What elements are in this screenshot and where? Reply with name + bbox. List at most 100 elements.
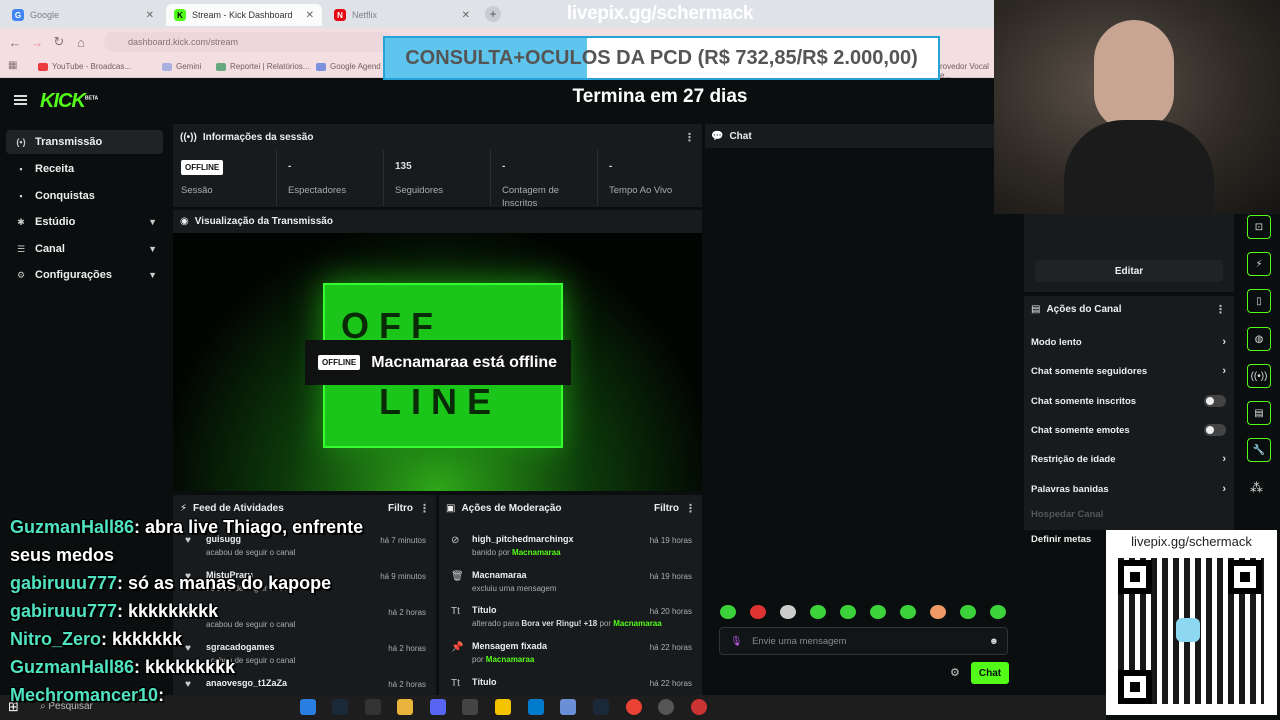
bookmark-label: Google Agend <box>330 62 381 71</box>
panel-title: Informações da sessão <box>202 132 314 143</box>
action-chat-seguidores[interactable]: Chat somente seguidores › <box>1031 361 1226 381</box>
action-palavras-banidas[interactable]: Palavras banidas › <box>1031 479 1226 499</box>
action-definir-metas[interactable]: Definir metas <box>1031 529 1101 549</box>
forward-arrow-icon[interactable]: → <box>26 31 48 53</box>
emote-icon[interactable] <box>720 605 736 619</box>
kick-icon: K <box>174 9 186 21</box>
bookmark-youtube[interactable]: YouTube - Broadcas... <box>38 62 131 71</box>
feed-filter-button[interactable]: Filtro <box>388 503 413 514</box>
title-icon: Tt <box>451 606 460 617</box>
moderation-header: ▣ Ações de Moderação Filtro ⋮ <box>446 502 696 515</box>
epic-games-icon[interactable] <box>365 699 381 715</box>
chat-message-input[interactable]: 🎙 Envie uma mensagem ☻ <box>719 627 1008 655</box>
app-icon[interactable] <box>560 699 576 715</box>
list-item: 📌 Mensagem fixada por Macnamaraa há 22 hora… <box>439 637 702 673</box>
mod-action: excluiu uma mensagem <box>472 584 557 593</box>
bookmark-gemini[interactable]: Gemini <box>162 62 201 71</box>
sidebar-item-label: Estúdio <box>35 216 76 228</box>
bookmark-reportei[interactable]: Reportei | Relatórios... <box>216 62 309 71</box>
more-options-icon[interactable]: ⋮ <box>1215 303 1226 316</box>
stream-chat-line: gabiruuu777: só as manas do kapope <box>10 573 331 594</box>
more-options-icon[interactable]: ⋮ <box>419 502 430 515</box>
sidebar-item-canal[interactable]: ☰ Canal ▼ <box>6 237 163 261</box>
home-icon[interactable]: ⌂ <box>70 31 92 53</box>
folder-icon[interactable] <box>397 699 413 715</box>
more-options-icon[interactable]: ⋮ <box>685 502 696 515</box>
apps-icon[interactable]: ⁂ <box>1250 480 1263 496</box>
heart-icon: ♥ <box>185 643 191 654</box>
emote-icon[interactable] <box>930 605 946 619</box>
emote-icon[interactable] <box>990 605 1006 619</box>
document-icon[interactable]: ▯ <box>1247 289 1271 313</box>
gear-icon[interactable]: ⚙ <box>950 666 960 679</box>
steam-icon[interactable] <box>593 699 609 715</box>
discord-icon[interactable] <box>430 699 446 715</box>
vscode-icon[interactable] <box>528 699 544 715</box>
action-chat-emotes: Chat somente emotes <box>1031 420 1226 440</box>
moderation-filter-button[interactable]: Filtro <box>654 503 679 514</box>
emote-icon[interactable] <box>870 605 886 619</box>
close-icon[interactable]: ✕ <box>462 10 470 21</box>
app-icon[interactable] <box>462 699 478 715</box>
bookmark-google-agenda[interactable]: Google Agend <box>316 62 381 71</box>
revenue-icon: ▪ <box>19 164 23 174</box>
chrome-icon[interactable] <box>626 699 642 715</box>
apps-grid-icon[interactable]: ▦ <box>8 60 17 71</box>
action-restricao-idade[interactable]: Restrição de idade › <box>1031 449 1226 469</box>
sidebar-item-transmissao[interactable]: (•) Transmissão <box>6 130 163 154</box>
sidebar-item-conquistas[interactable]: ▪ Conquistas <box>6 184 163 208</box>
wrench-icon[interactable]: 🔧 <box>1247 438 1271 462</box>
mod-actor[interactable]: Macnamaraa <box>613 619 661 628</box>
livepix-url-overlay: livepix.gg/schermack <box>566 3 754 24</box>
emote-icon[interactable] <box>900 605 916 619</box>
sidebar-item-receita[interactable]: ▪ Receita <box>6 157 163 181</box>
back-arrow-icon[interactable]: ← <box>4 31 26 53</box>
mod-action: por Macnamaraa <box>472 655 534 664</box>
kick-logo[interactable]: KICKBETA <box>40 90 98 113</box>
obs-icon[interactable] <box>658 699 674 715</box>
sidebar-item-configuracoes[interactable]: ⚙ Configurações ▼ <box>6 263 163 287</box>
toggle-switch[interactable] <box>1204 395 1226 407</box>
app-icon[interactable] <box>495 699 511 715</box>
broadcast-icon[interactable]: ((•)) <box>1247 364 1271 388</box>
reload-icon[interactable]: ↻ <box>48 31 70 53</box>
emote-icon[interactable] <box>810 605 826 619</box>
chat-bubble-icon[interactable]: ◍ <box>1247 327 1271 351</box>
stat-value: - <box>609 161 613 172</box>
emote-icon[interactable] <box>960 605 976 619</box>
send-chat-button[interactable]: Chat <box>971 662 1009 684</box>
tab-kick-dashboard[interactable]: K Stream - Kick Dashboard ✕ <box>166 4 322 26</box>
layout-icon[interactable]: ▤ <box>1247 401 1271 425</box>
action-modo-lento[interactable]: Modo lento › <box>1031 332 1226 352</box>
camera-icon[interactable]: ⊡ <box>1247 215 1271 239</box>
emote-icon[interactable] <box>840 605 856 619</box>
app-icon[interactable] <box>691 699 707 715</box>
donation-goal-bar: CONSULTA+OCULOS DA PCD (R$ 732,85/R$ 2.0… <box>383 36 940 80</box>
close-icon[interactable]: ✕ <box>146 10 154 21</box>
emote-icon[interactable] <box>750 605 766 619</box>
edit-button[interactable]: Editar <box>1035 260 1223 282</box>
chat-header: 💬 Chat <box>711 131 752 142</box>
sidebar-item-estudio[interactable]: ✱ Estúdio ▼ <box>6 210 163 234</box>
tab-netflix[interactable]: N Netflix ✕ <box>326 4 478 26</box>
toggle-switch[interactable] <box>1204 424 1226 436</box>
chat-message: : abra live Thiago, enfrente <box>134 517 364 537</box>
mod-actor[interactable]: Macnamaraa <box>486 655 534 664</box>
more-options-icon[interactable]: ⋮ <box>684 131 695 144</box>
tab-google[interactable]: G Google ✕ <box>4 4 162 26</box>
close-icon[interactable]: ✕ <box>306 10 314 21</box>
address-bar[interactable]: dashboard.kick.com/stream <box>104 32 394 52</box>
ban-icon: ⊘ <box>451 535 460 546</box>
menu-icon[interactable] <box>14 95 27 105</box>
edge-icon[interactable] <box>300 699 316 715</box>
emoji-icon[interactable]: ☻ <box>989 636 999 647</box>
stat-seguidores: 135 Seguidores <box>384 150 491 206</box>
microphone-icon[interactable]: 🎙 <box>730 636 742 647</box>
emote-icon[interactable] <box>780 605 796 619</box>
list-item: Tt Título alterado para Bora ver Ringu! +1… <box>439 601 702 637</box>
mod-time: há 22 horas <box>649 643 692 652</box>
lightning-icon[interactable]: ⚡ <box>1247 252 1271 276</box>
steam-icon[interactable] <box>332 699 348 715</box>
mod-actor[interactable]: Macnamaraa <box>512 548 560 557</box>
stream-chat-line: Mechromancer10: <box>10 685 164 706</box>
